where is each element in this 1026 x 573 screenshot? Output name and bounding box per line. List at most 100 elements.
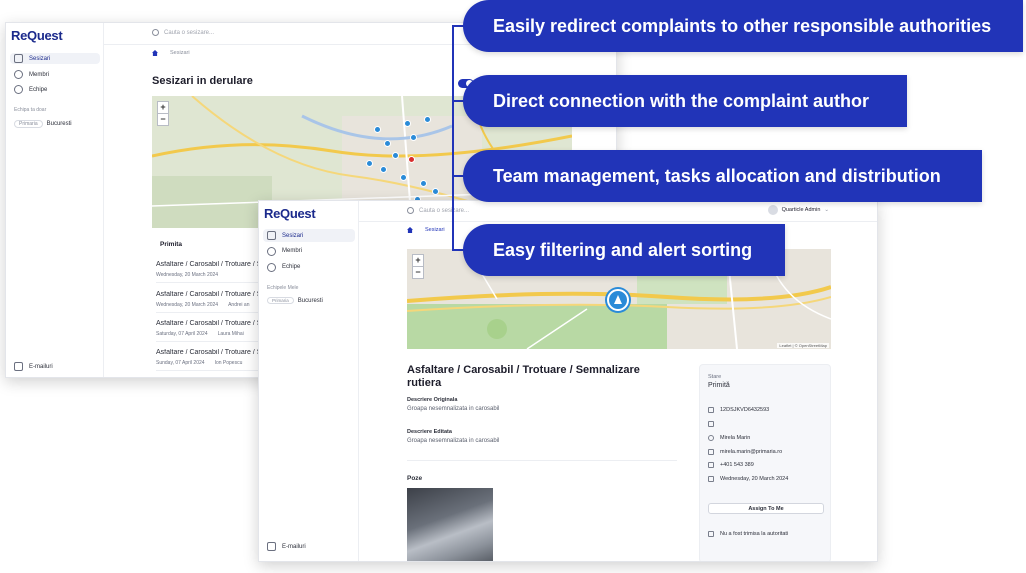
zoom-in-button[interactable]: + xyxy=(413,255,423,266)
front-sidebar: ReQuest Sesizari Membri Echipe Echipele … xyxy=(259,201,359,561)
back-search[interactable]: Cauta o sesizare... xyxy=(152,29,214,36)
back-search-placeholder: Cauta o sesizare... xyxy=(164,29,215,36)
back-page-title: Sesizari in derulare xyxy=(152,75,253,87)
user-icon xyxy=(708,435,714,441)
back-map-zoom[interactable]: + − xyxy=(157,101,169,126)
search-icon xyxy=(407,207,414,214)
map-pin[interactable] xyxy=(392,152,399,159)
list-item-title: Asfaltare / Carosabil / Trotuare / Sem xyxy=(156,291,260,298)
list-item[interactable]: Asfaltare / Carosabil / Trotuare / Sem S… xyxy=(156,320,260,342)
list-item-date: Saturday, 07 April 2024 xyxy=(156,331,208,337)
info-id: 12DSJKVD6432593 xyxy=(708,407,769,413)
detail-divider xyxy=(407,460,677,461)
back-nav-membri-label: Membri xyxy=(29,71,50,78)
info-id-value: 12DSJKVD6432593 xyxy=(720,407,770,413)
map-pin[interactable] xyxy=(366,160,373,167)
callout-team-management: Team management, tasks allocation and di… xyxy=(463,150,982,202)
complaint-photo[interactable] xyxy=(407,488,493,561)
list-item-date: Wednesday, 20 March 2024 xyxy=(156,302,219,308)
back-team-row[interactable]: Primaria Bucuresti xyxy=(14,120,72,128)
team-icon xyxy=(267,262,276,272)
map-pin[interactable] xyxy=(424,116,431,123)
map-pin[interactable] xyxy=(380,166,387,173)
calendar-icon xyxy=(708,476,714,482)
complaint-info-card: Stare Primită 12DSJKVD6432593 Mirela Mar… xyxy=(699,364,831,561)
back-nav-emails[interactable]: E-mailuri xyxy=(10,361,100,372)
promo-stage: ReQuest Sesizari Membri Echipe Echipa ta… xyxy=(0,0,1026,573)
front-map-zoom[interactable]: + − xyxy=(412,254,424,279)
zoom-out-button[interactable]: − xyxy=(158,113,168,125)
front-nav-emails-label: E-mailuri xyxy=(282,543,306,550)
front-nav-sesizari-label: Sesizari xyxy=(282,232,304,239)
list-item-person: Andrei an xyxy=(228,302,250,308)
complaint-title: Asfaltare / Carosabil / Trotuare / Semna… xyxy=(407,364,640,389)
front-breadcrumb-item[interactable]: Sesizari xyxy=(425,227,445,233)
home-icon[interactable] xyxy=(407,227,413,233)
info-author-name: Mirela Marin xyxy=(720,435,751,441)
info-attachment xyxy=(708,421,714,427)
front-team-row[interactable]: Primaria Bucuresti xyxy=(267,297,323,304)
map-pin[interactable] xyxy=(374,126,381,133)
info-date: Wednesday, 20 March 2024 xyxy=(708,476,788,482)
map-pin[interactable] xyxy=(404,120,411,127)
front-user-name: Quarticle Admin xyxy=(781,207,821,213)
flag-icon xyxy=(14,54,23,63)
back-nav-echipe[interactable]: Echipe xyxy=(10,84,100,95)
send-icon xyxy=(708,531,714,537)
back-nav-sesizari-label: Sesizari xyxy=(29,55,51,62)
user-icon xyxy=(14,70,23,79)
map-attribution[interactable]: Leaflet | © OpenStreetMap xyxy=(777,343,829,348)
id-icon xyxy=(708,407,714,413)
location-marker-icon[interactable] xyxy=(607,289,629,311)
home-icon[interactable] xyxy=(152,50,158,56)
mail-icon xyxy=(267,542,276,551)
map-pin[interactable] xyxy=(432,188,439,195)
back-logo: ReQuest xyxy=(11,28,63,43)
info-phone[interactable]: +401 543 389 xyxy=(708,462,754,468)
list-item[interactable]: Asfaltare / Carosabil / Trotuare / Sem W… xyxy=(156,261,260,283)
back-breadcrumb: Sesizari xyxy=(152,50,190,56)
back-breadcrumb-item[interactable]: Sesizari xyxy=(170,50,190,56)
status-label: Stare xyxy=(708,374,722,380)
info-forward-status-value: Nu a fost trimisa la autoritati xyxy=(720,531,789,537)
original-description-label: Descriere Originala xyxy=(407,397,458,403)
zoom-in-button[interactable]: + xyxy=(158,102,168,113)
map-pin[interactable] xyxy=(400,174,407,181)
front-nav-membri[interactable]: Membri xyxy=(263,245,355,257)
front-user-menu[interactable]: Quarticle Admin ⌄ xyxy=(767,205,829,215)
front-team-chip: Primaria xyxy=(267,297,294,304)
info-date-value: Wednesday, 20 March 2024 xyxy=(720,476,789,482)
map-pin-alert[interactable] xyxy=(408,156,415,163)
back-nav-echipe-label: Echipe xyxy=(29,86,48,93)
search-icon xyxy=(152,29,159,36)
back-nav-sesizari[interactable]: Sesizari xyxy=(10,53,100,64)
map-pin[interactable] xyxy=(410,134,417,141)
assign-to-me-button[interactable]: Assign To Me xyxy=(708,503,824,514)
back-nav-membri[interactable]: Membri xyxy=(10,69,100,80)
front-nav-emails[interactable]: E-mailuri xyxy=(263,541,355,552)
map-pin[interactable] xyxy=(420,180,427,187)
front-nav-echipe-label: Echipe xyxy=(282,264,301,270)
callout-connector xyxy=(452,26,454,250)
back-list-header: Primita xyxy=(160,241,183,248)
info-phone-value[interactable]: +401 543 389 xyxy=(720,462,754,468)
front-search[interactable]: Cauta o sesizare... xyxy=(407,207,469,214)
front-nav-sesizari[interactable]: Sesizari xyxy=(263,229,355,242)
info-email[interactable]: mirela.marin@primaria.ro xyxy=(708,449,782,455)
edited-description-value[interactable]: Groapa nesemnalizata in carosabil xyxy=(407,438,499,444)
list-item[interactable]: Asfaltare / Carosabil / Trotuare / Sem S… xyxy=(156,349,260,371)
back-team-chip: Primaria xyxy=(14,120,43,128)
zoom-out-button[interactable]: − xyxy=(413,266,423,278)
callout-filtering-sorting: Easy filtering and alert sorting xyxy=(463,224,785,276)
front-section-label: Echipele Mele xyxy=(267,285,299,291)
front-nav-echipe[interactable]: Echipe xyxy=(263,261,355,273)
original-description-value: Groapa nesemnalizata in carosabil xyxy=(407,406,500,412)
info-author: Mirela Marin xyxy=(708,435,750,441)
list-item[interactable]: Asfaltare / Carosabil / Trotuare / Sem W… xyxy=(156,291,260,313)
list-item-person: Ion Popescu xyxy=(214,360,243,366)
callout-direct-connection: Direct connection with the complaint aut… xyxy=(463,75,907,127)
back-section-label: Echipa ta doar xyxy=(14,107,47,113)
map-pin[interactable] xyxy=(384,140,391,147)
info-email-value[interactable]: mirela.marin@primaria.ro xyxy=(720,449,782,455)
callout-redirect-complaints: Easily redirect complaints to other resp… xyxy=(463,0,1023,52)
